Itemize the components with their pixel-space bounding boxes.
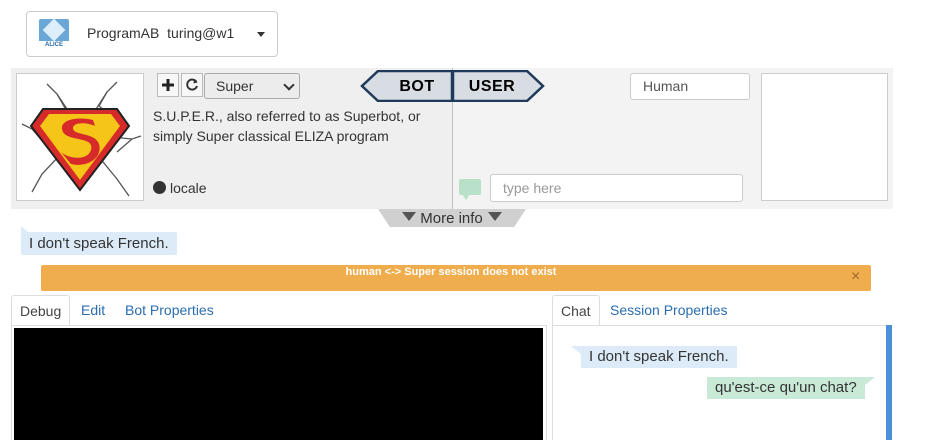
bot-selector-label: ProgramAB turing@w1 [87, 25, 235, 41]
refresh-icon [186, 78, 198, 91]
user-avatar [761, 73, 888, 201]
add-bot-button[interactable] [157, 73, 179, 97]
chat-input[interactable]: type here [490, 174, 743, 202]
user-tag: USER [452, 70, 545, 102]
last-response-bubble: I don't speak French. [21, 226, 177, 255]
debug-console[interactable] [14, 328, 543, 440]
alice-logo-text: ALICE [39, 41, 69, 49]
user-tag-label: USER [469, 78, 515, 95]
bot-user-nameplate: BOT USER [360, 70, 545, 102]
locale-link[interactable]: locale [153, 180, 207, 196]
chat-bubble-icon [459, 179, 481, 200]
triangle-down-icon [487, 212, 502, 221]
bot-avatar [16, 73, 144, 201]
alert-message: human <-> Super session does not exist [345, 266, 557, 278]
close-icon[interactable]: × [851, 268, 860, 286]
bot-tag: BOT [360, 70, 453, 102]
refresh-button[interactable] [181, 73, 203, 97]
chevron-down-icon [257, 32, 265, 37]
bot-description: S.U.P.E.R., also referred to as Superbot… [153, 108, 421, 144]
tab-edit[interactable]: Edit [73, 295, 113, 326]
bot-selector-dropdown[interactable]: ALICE ProgramAB turing@w1 [26, 11, 278, 57]
alice-logo: ALICE [39, 18, 69, 49]
bot-select[interactable]: Super [204, 73, 300, 99]
plus-icon [162, 79, 174, 91]
tab-chat[interactable]: Chat [552, 295, 600, 326]
session-alert: human <-> Super session does not exist × [41, 265, 871, 291]
tab-session-properties[interactable]: Session Properties [602, 295, 736, 326]
bot-tag-label: BOT [399, 78, 434, 95]
tab-bot-properties[interactable]: Bot Properties [117, 295, 222, 326]
chevron-down-icon [283, 79, 295, 91]
more-info-button[interactable]: More info [390, 210, 514, 227]
more-info-label: More info [420, 210, 483, 227]
chat-message-user: qu'est-ce qu'un chat? [707, 377, 875, 399]
globe-icon [153, 181, 166, 194]
chat-scrollbar[interactable] [886, 325, 892, 440]
bot-select-value: Super [216, 78, 254, 94]
tab-debug[interactable]: Debug [11, 295, 71, 326]
locale-label: locale [170, 180, 207, 196]
user-name-field[interactable]: Human [630, 73, 750, 100]
chat-message-bot: I don't speak French. [571, 346, 737, 368]
triangle-down-icon [402, 212, 417, 221]
